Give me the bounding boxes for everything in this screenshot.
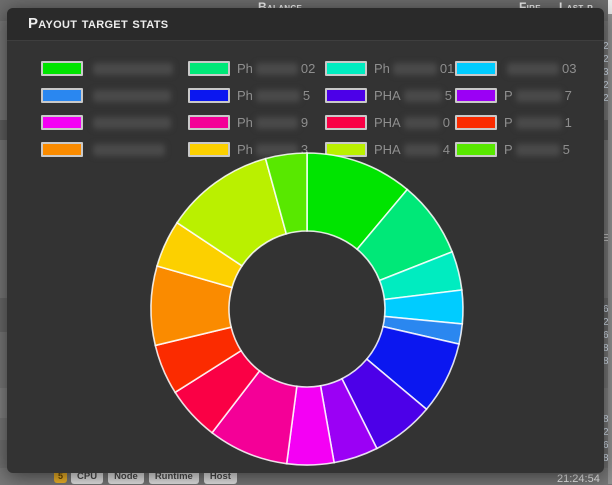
legend-swatch xyxy=(188,142,230,157)
legend-label: PHA4 xyxy=(374,142,450,157)
legend-swatch xyxy=(188,61,230,76)
redacted-text xyxy=(516,117,562,129)
legend-swatch xyxy=(455,88,497,103)
legend-item-10[interactable]: Ph9 xyxy=(188,114,325,131)
legend-item-3[interactable]: Ph01 xyxy=(325,60,455,77)
legend-swatch xyxy=(325,61,367,76)
legend-swatch xyxy=(188,88,230,103)
legend-item-1[interactable] xyxy=(41,60,188,77)
redacted-text xyxy=(256,63,298,75)
legend-label: P5 xyxy=(504,142,570,157)
redacted-text xyxy=(404,144,440,156)
legend-swatch xyxy=(188,115,230,130)
chart-legend: Ph02Ph0103Ph5PHA5P7Ph9PHA0P1Ph3PHA4P5 xyxy=(41,60,588,158)
legend-item-12[interactable]: P1 xyxy=(455,114,588,131)
legend-swatch xyxy=(41,142,83,157)
scrollbar-thumb[interactable] xyxy=(608,0,612,14)
legend-item-15[interactable]: PHA4 xyxy=(325,141,455,158)
legend-swatch xyxy=(41,61,83,76)
legend-swatch xyxy=(325,115,367,130)
legend-item-13[interactable] xyxy=(41,141,188,158)
legend-label: Ph01 xyxy=(374,61,454,76)
redacted-text xyxy=(93,117,171,129)
legend-label: Ph02 xyxy=(237,61,315,76)
legend-item-16[interactable]: P5 xyxy=(455,141,588,158)
redacted-text xyxy=(256,90,300,102)
dialog-titlebar: Payout target stats xyxy=(7,8,604,41)
legend-swatch xyxy=(455,61,497,76)
clock-timestamp: 21:24:54 xyxy=(557,473,600,485)
legend-label xyxy=(90,117,174,129)
legend-label: Ph9 xyxy=(237,115,308,130)
redacted-text xyxy=(93,90,171,102)
legend-item-8[interactable]: P7 xyxy=(455,87,588,104)
legend-item-9[interactable] xyxy=(41,114,188,131)
legend-swatch xyxy=(41,88,83,103)
legend-item-5[interactable] xyxy=(41,87,188,104)
redacted-text xyxy=(93,144,165,156)
legend-label: Ph5 xyxy=(237,88,310,103)
legend-label: PHA0 xyxy=(374,115,450,130)
legend-label: PHA5 xyxy=(374,88,452,103)
legend-swatch xyxy=(455,142,497,157)
payout-target-stats-dialog: Payout target stats Ph02 Ph01 03 Ph5 PHA5 P7 P… xyxy=(7,8,604,473)
legend-item-6[interactable]: Ph5 xyxy=(188,87,325,104)
redacted-text xyxy=(393,63,437,75)
legend-label xyxy=(90,144,168,156)
legend-swatch xyxy=(325,88,367,103)
legend-swatch xyxy=(455,115,497,130)
legend-label: P1 xyxy=(504,115,572,130)
legend-label: 03 xyxy=(504,61,576,76)
redacted-text xyxy=(507,63,559,75)
page-scrollbar[interactable] xyxy=(608,0,612,484)
redacted-text xyxy=(516,90,562,102)
legend-swatch xyxy=(41,115,83,130)
redacted-text xyxy=(516,144,560,156)
legend-label xyxy=(90,63,176,75)
legend-label: P7 xyxy=(504,88,572,103)
redacted-text xyxy=(256,117,298,129)
legend-item-2[interactable]: Ph02 xyxy=(188,60,325,77)
legend-item-4[interactable]: 03 xyxy=(455,60,588,77)
redacted-text xyxy=(93,63,173,75)
redacted-text xyxy=(404,90,442,102)
dialog-title: Payout target stats xyxy=(28,8,168,40)
legend-item-7[interactable]: PHA5 xyxy=(325,87,455,104)
legend-label xyxy=(90,90,174,102)
redacted-text xyxy=(404,117,440,129)
legend-item-11[interactable]: PHA0 xyxy=(325,114,455,131)
